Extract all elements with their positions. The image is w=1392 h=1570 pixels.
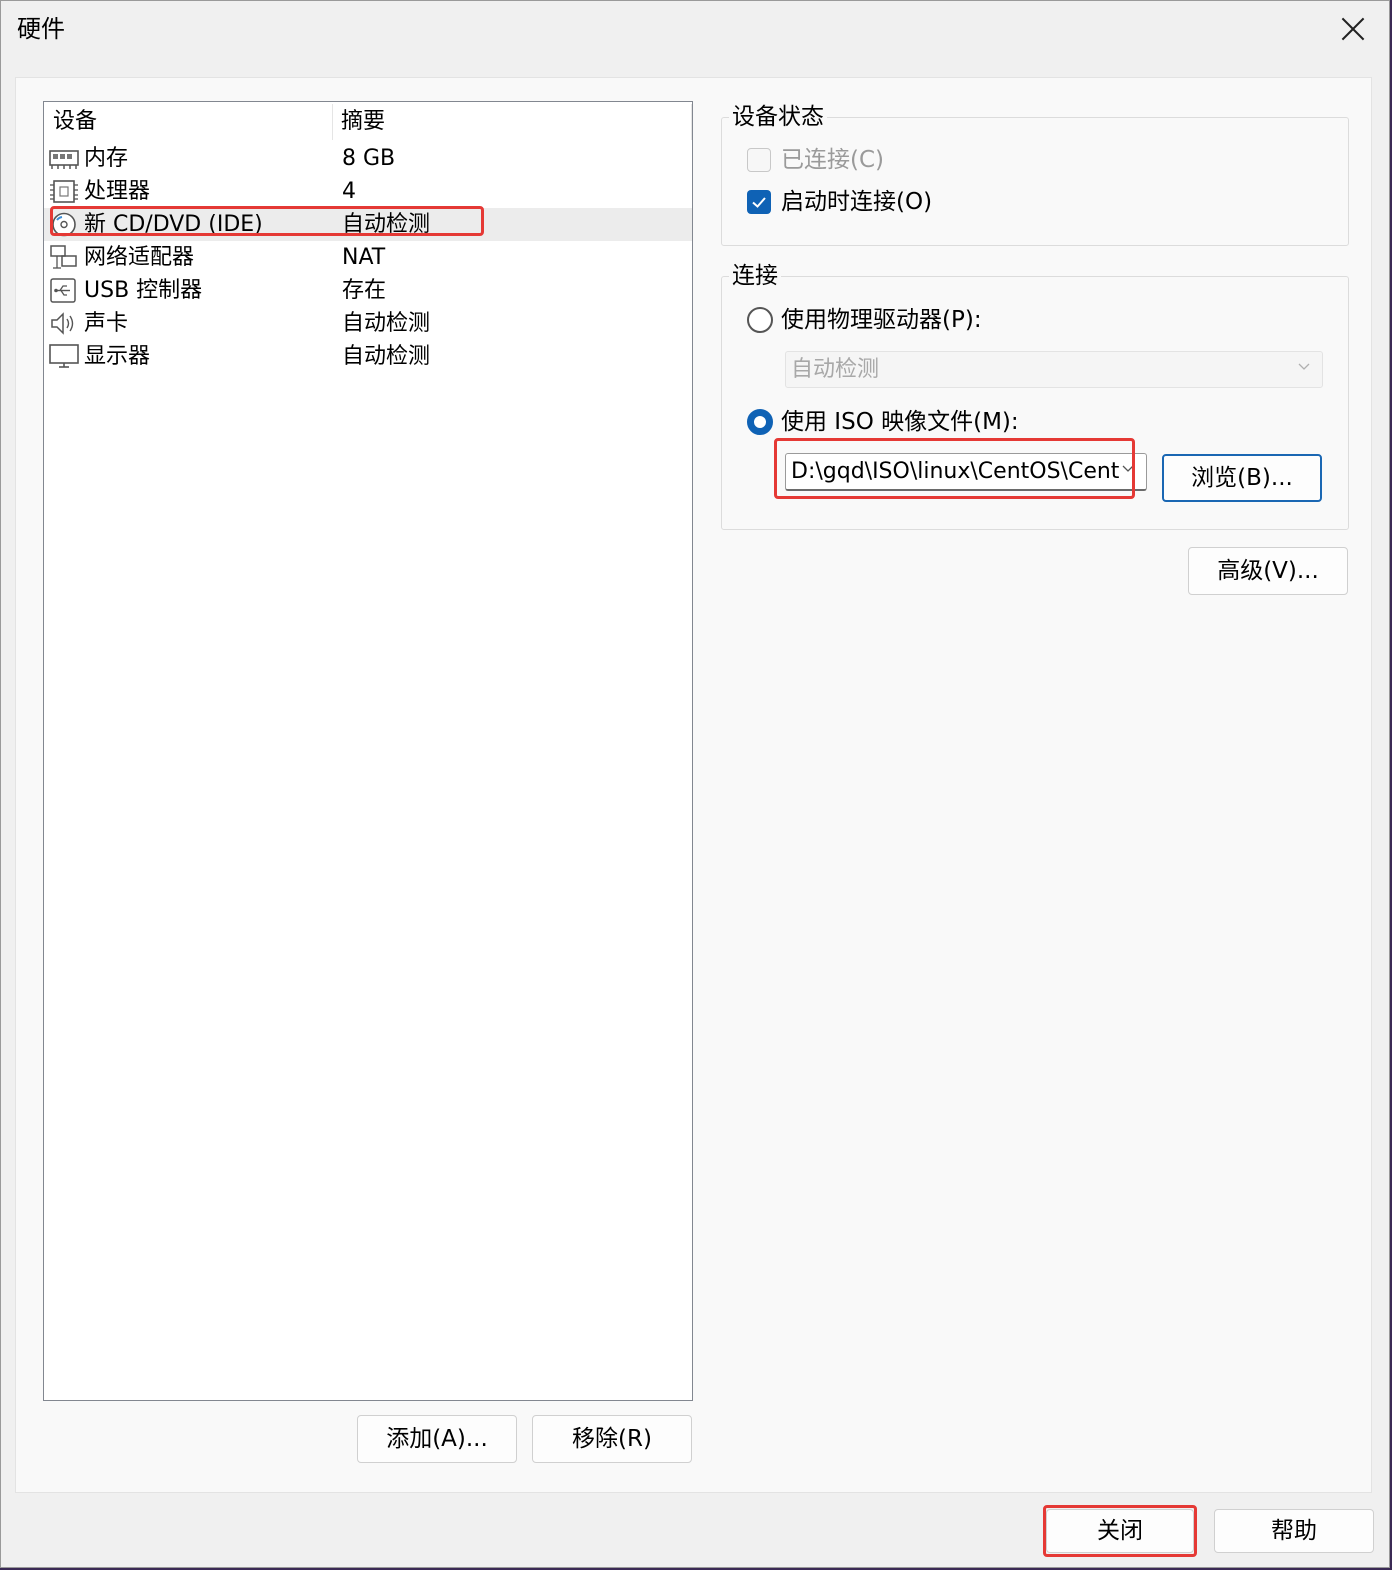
device-name: 处理器 [84,179,151,204]
device-row-cd-dvd[interactable]: 新 CD/DVD (IDE) 自动检测 [44,208,692,241]
connection-legend: 连接 [729,261,781,291]
iso-image-label[interactable]: 使用 ISO 映像文件(M): [781,407,1019,437]
network-adapter-icon [50,245,77,269]
display-icon [49,344,79,368]
column-header-summary[interactable]: 摘要 [341,102,385,142]
iso-image-radio[interactable] [747,409,773,435]
device-status-group [721,117,1349,246]
device-summary: 存在 [342,278,387,303]
physical-drive-value: 自动检测 [791,357,880,382]
physical-drive-radio[interactable] [747,307,773,333]
device-name: 网络适配器 [84,245,195,270]
window-title: 硬件 [17,15,65,43]
device-row-display[interactable]: 显示器 自动检测 [44,340,692,373]
device-summary: NAT [342,245,386,270]
processor-icon [50,180,78,203]
close-icon[interactable] [1339,15,1367,43]
close-button[interactable]: 关闭 [1046,1509,1194,1553]
device-name: 新 CD/DVD (IDE) [84,212,263,237]
iso-path-value[interactable]: D:\gqd\ISO\linux\CentOS\Cent [791,454,1121,490]
device-list-header: 设备 摘要 [44,102,692,142]
browse-button[interactable]: 浏览(B)... [1162,454,1322,502]
device-name: USB 控制器 [84,278,203,303]
sound-card-icon [51,312,74,335]
chevron-down-icon[interactable] [1122,462,1134,474]
iso-path-combobox[interactable]: D:\gqd\ISO\linux\CentOS\Cent [785,453,1147,491]
column-divider [691,104,692,140]
hardware-dialog: 硬件 设备 摘要 内存 8 GB 处理器 4 新 CD/DVD (IDE) 自动… [0,0,1390,1568]
device-status-legend: 设备状态 [729,102,827,132]
device-summary: 自动检测 [342,344,431,369]
connected-checkbox [747,148,771,172]
device-row-memory[interactable]: 内存 8 GB [44,142,692,175]
column-divider [332,104,333,140]
physical-drive-select: 自动检测 [785,351,1323,388]
cd-dvd-icon [52,212,76,237]
device-name: 声卡 [84,311,129,336]
device-name: 内存 [84,146,129,171]
help-button[interactable]: 帮助 [1214,1509,1374,1553]
device-list[interactable]: 设备 摘要 内存 8 GB 处理器 4 新 CD/DVD (IDE) 自动检测 … [43,101,693,1401]
device-row-usb-controller[interactable]: USB 控制器 存在 [44,274,692,307]
device-summary: 自动检测 [342,212,431,237]
title-bar: 硬件 [1,1,1389,59]
add-device-button[interactable]: 添加(A)... [357,1415,517,1463]
device-name: 显示器 [84,344,151,369]
device-row-network-adapter[interactable]: 网络适配器 NAT [44,241,692,274]
device-summary: 自动检测 [342,311,431,336]
device-summary: 4 [342,179,356,204]
connect-at-power-on-label[interactable]: 启动时连接(O) [781,187,932,217]
physical-drive-label[interactable]: 使用物理驱动器(P): [781,305,982,335]
chevron-down-icon [1298,363,1310,370]
checkmark-icon [752,197,766,208]
advanced-button[interactable]: 高级(V)... [1188,547,1348,595]
memory-icon [49,150,79,169]
device-row-sound-card[interactable]: 声卡 自动检测 [44,307,692,340]
device-summary: 8 GB [342,146,396,171]
remove-device-button[interactable]: 移除(R) [532,1415,692,1463]
connect-at-power-on-checkbox[interactable] [747,190,771,214]
connected-label: 已连接(C) [781,147,885,173]
column-header-device[interactable]: 设备 [53,102,97,142]
usb-controller-icon [50,278,76,303]
device-row-processor[interactable]: 处理器 4 [44,175,692,208]
